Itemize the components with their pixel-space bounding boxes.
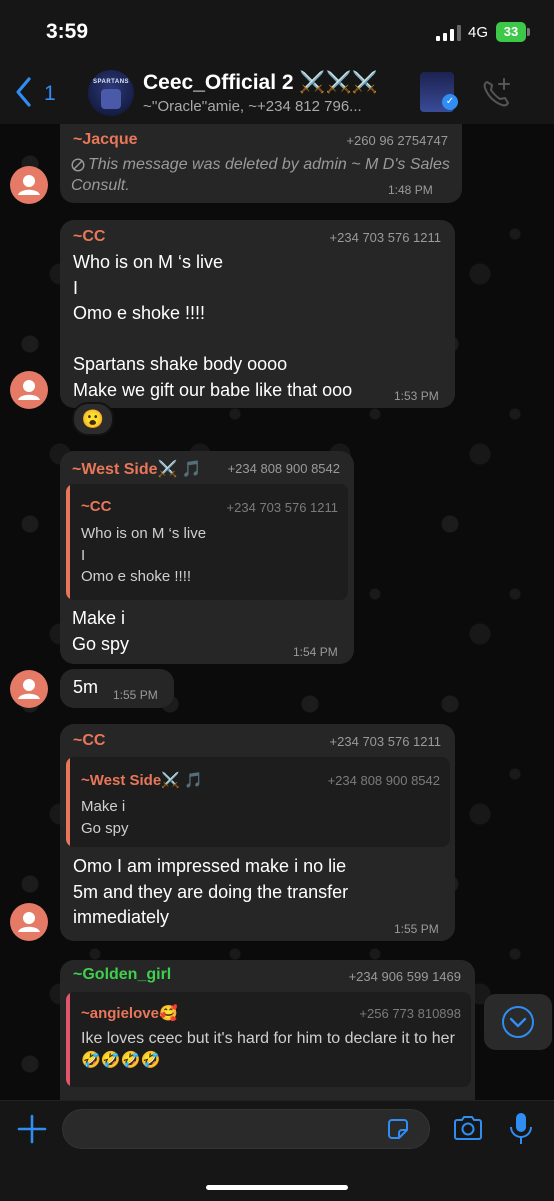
message-sender[interactable]: ~Jacque [73,131,137,149]
person-icon [18,380,40,400]
chat-title[interactable]: Ceec_Official 2 ⚔️⚔️⚔️ [143,71,378,95]
message-text: Who is on M ‘s live I Omo e shoke !!!! S… [73,252,353,400]
quoted-phone: +234 808 900 8542 [327,773,440,788]
quoted-message[interactable]: ~West Side⚔️ 🎵 +234 808 900 8542 Make i … [66,757,450,847]
message-sender-phone: +234 703 576 1211 [329,230,441,245]
message-bubble[interactable]: ~CC +234 703 576 1211 Who is on M ‘s liv… [60,220,455,408]
avatar[interactable] [10,903,48,941]
person-icon [18,912,40,932]
scroll-down-icon [502,1006,534,1038]
message-sender[interactable]: ~Golden_girl [73,966,171,984]
quoted-text: Make i Go spy [81,798,129,837]
message-text: Make i Go spy [72,608,130,654]
message-time: 1:48 PM [388,183,433,197]
camera-icon[interactable] [452,1113,484,1143]
network-type: 4G [468,24,489,41]
plus-icon[interactable] [16,1113,48,1145]
avatar[interactable] [10,371,48,409]
message-sender-phone: +234 703 576 1211 [329,734,441,749]
battery-tip [527,28,530,36]
message-bubble[interactable]: ~West Side⚔️ 🎵 +234 808 900 8542 ~CC +23… [60,451,354,664]
message-bubble[interactable]: ~Jacque +260 96 2754747 This message was… [60,124,462,203]
scroll-to-bottom-button[interactable] [484,994,552,1050]
back-chevron-icon[interactable] [14,76,34,108]
quoted-message[interactable]: ~angielove🥰 +256 773 810898 Ike loves ce… [66,992,471,1087]
person-icon [18,175,40,195]
quoted-message[interactable]: ~CC +234 703 576 1211 Who is on M ‘s liv… [66,484,348,600]
message-bubble[interactable]: 5m 1:55 PM [60,669,174,708]
signal-icon [436,25,461,41]
quoted-text: Who is on M ‘s live I Omo e shoke !!!! [81,525,207,585]
message-time: 1:53 PM [394,389,439,403]
quoted-phone: +256 773 810898 [359,1006,461,1021]
quote-bar [66,484,70,600]
message-sender[interactable]: ~West Side⚔️ 🎵 [72,459,202,479]
add-call-icon[interactable] [480,76,514,110]
chat-header: 1 SPARTANS Ceec_Official 2 ⚔️⚔️⚔️ ~''Ora… [0,62,554,125]
sticker-icon[interactable] [386,1117,410,1141]
message-composer [0,1100,554,1201]
back-unread-count[interactable]: 1 [44,82,56,106]
mic-icon[interactable] [508,1111,534,1147]
message-list[interactable]: ~Jacque +260 96 2754747 This message was… [0,124,554,1100]
message-bubble[interactable]: ~Golden_girl +234 906 599 1469 ~angielov… [60,960,475,1100]
message-sender-phone: +234 808 900 8542 [227,461,340,476]
quote-bar [66,757,70,847]
status-time: 3:59 [46,20,89,43]
verified-check-icon: ✓ [442,94,458,110]
quoted-phone: +234 703 576 1211 [226,500,338,515]
message-sender-phone: +260 96 2754747 [346,133,448,148]
home-indicator [206,1185,348,1190]
message-sender[interactable]: ~CC [73,732,105,750]
group-avatar[interactable]: SPARTANS [88,70,134,116]
quoted-sender: ~CC [81,498,112,515]
avatar[interactable] [10,670,48,708]
message-text: 5m [73,677,99,697]
group-avatar-text: SPARTANS [92,79,130,85]
chat-participants[interactable]: ~''Oracle''amie, ~+234 812 796... [143,98,362,115]
quoted-text: Ike loves ceec but it's hard for him to … [81,1030,455,1069]
avatar[interactable] [10,166,48,204]
message-input[interactable] [62,1109,430,1149]
message-time: 1:55 PM [113,688,158,702]
quoted-sender: ~angielove🥰 [81,1005,178,1022]
message-sender[interactable]: ~CC [73,228,105,246]
message-bubble[interactable]: ~CC +234 703 576 1211 ~West Side⚔️ 🎵 +23… [60,724,455,941]
group-avatar-figure [101,89,121,109]
status-bar: 3:59 4G 33 [0,0,554,62]
message-sender-phone: +234 906 599 1469 [348,969,461,984]
battery-icon: 33 [496,22,526,42]
quote-bar [66,992,70,1087]
message-text: Omo I am impressed make i no lie 5m and … [73,856,349,927]
person-icon [18,679,40,699]
message-time: 1:54 PM [293,645,338,659]
reaction-badge[interactable]: 😮 [72,402,114,436]
quoted-sender: ~West Side⚔️ 🎵 [81,772,203,789]
message-time: 1:55 PM [394,922,439,936]
